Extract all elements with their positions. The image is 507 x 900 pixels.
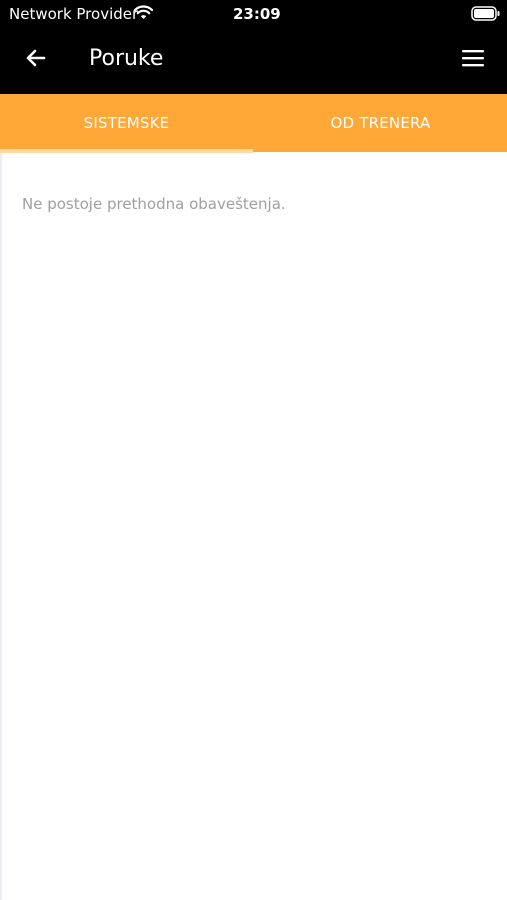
carrier-name: Network Provider bbox=[9, 5, 139, 23]
left-edge-shadow bbox=[0, 153, 3, 900]
status-time: 23:09 bbox=[233, 5, 281, 23]
tab-od-trenera[interactable]: OD TRENERA bbox=[254, 94, 507, 152]
menu-button[interactable] bbox=[452, 40, 494, 80]
hamburger-menu-icon bbox=[461, 48, 485, 72]
tab-sistemske[interactable]: SISTEMSKE bbox=[0, 94, 253, 152]
app-bar: Poruke bbox=[0, 28, 507, 94]
back-button[interactable] bbox=[14, 40, 58, 80]
wifi-icon bbox=[133, 5, 154, 20]
app-header: Network Provider 23:09 Poruke bbox=[0, 0, 507, 94]
empty-state-message: Ne postoje prethodna obaveštenja. bbox=[22, 195, 286, 213]
tab-bar: SISTEMSKE OD TRENERA bbox=[0, 94, 507, 152]
tab-label: SISTEMSKE bbox=[83, 114, 170, 132]
tab-label: OD TRENERA bbox=[330, 114, 431, 132]
messages-content: Ne postoje prethodna obaveštenja. bbox=[0, 153, 507, 900]
page-title: Poruke bbox=[89, 46, 164, 71]
arrow-left-icon bbox=[24, 46, 48, 74]
status-bar: Network Provider 23:09 bbox=[0, 0, 507, 28]
battery-icon bbox=[471, 6, 500, 21]
